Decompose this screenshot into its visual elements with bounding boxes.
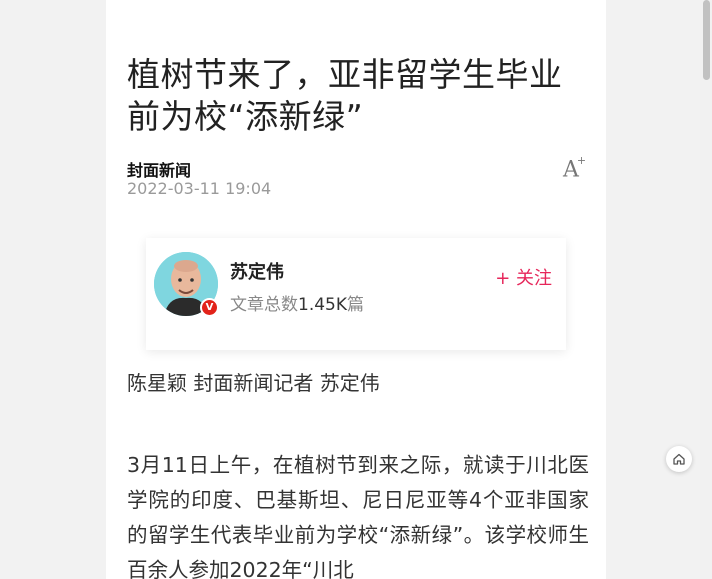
home-icon [673,453,685,465]
home-button[interactable] [666,446,692,472]
article-datetime: 2022-03-11 19:04 [127,179,272,198]
follow-button[interactable]: + 关注 [495,264,552,290]
font-size-plus: + [576,154,587,167]
author-stats-unit: 篇 [347,295,364,315]
author-stats-value: 1.45K [298,295,347,315]
scrollbar-track[interactable] [700,0,712,579]
verified-badge-icon: V [200,298,219,317]
font-size-icon[interactable]: A+ [563,152,589,182]
scrollbar-thumb[interactable] [703,0,710,80]
article-source[interactable]: 封面新闻 [127,157,191,181]
article-title: 植树节来了，亚非留学生毕业前为校“添新绿” [127,55,563,136]
author-stats-label: 文章总数 [230,295,298,315]
author-name[interactable]: 苏定伟 [230,258,284,284]
article-container: 植树节来了，亚非留学生毕业前为校“添新绿” 封面新闻 2022-03-11 19… [106,0,606,579]
article-byline: 陈星颖 封面新闻记者 苏定伟 [127,371,380,395]
author-stats: 文章总数1.45K篇 [230,290,364,315]
article-body: 3月11日上午，在植树节到来之际，就读于川北医学院的印度、巴基斯坦、尼日尼亚等4… [127,453,589,579]
author-card[interactable]: V 苏定伟 文章总数1.45K篇 + 关注 [146,238,566,350]
